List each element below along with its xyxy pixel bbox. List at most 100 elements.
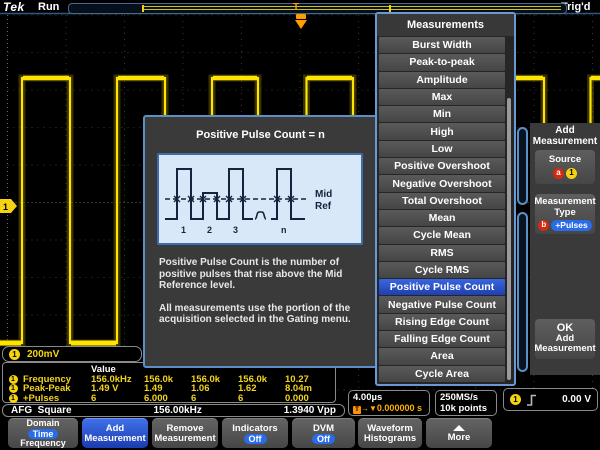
softkey-domain[interactable]: Domain Time Frequency [8, 418, 78, 448]
menu-item-cycle-rms[interactable]: Cycle RMS [379, 262, 505, 278]
dialog-title: Positive Pulse Count = n [145, 129, 376, 141]
menu-item-positive-pulse-count[interactable]: Positive Pulse Count [379, 279, 505, 295]
mid-ref-label: Ref [315, 201, 332, 212]
measurements-menu-list: Burst Width Peak-to-peak Amplitude Max M… [379, 37, 505, 382]
source-label: Source [549, 155, 581, 166]
menu-item-negative-pulse-count[interactable]: Negative Pulse Count [379, 296, 505, 312]
measurement-stat: 0.000 [285, 393, 335, 404]
add-measurement-panel: Add Measurement Source a 1 Measurement T… [517, 123, 600, 375]
menu-item-positive-overshoot[interactable]: Positive Overshoot [379, 158, 505, 174]
afg-label: AFG [11, 405, 32, 416]
measurement-table: Value 1 Frequency 156.0kHz 156.0k 156.0k… [2, 362, 336, 403]
dialog-body: Positive Pulse Count is the number of po… [159, 257, 366, 337]
channel-scale-badge: 1 200mV [2, 346, 142, 362]
menu-item-area[interactable]: Area [379, 348, 505, 364]
menu-item-cycle-area[interactable]: Cycle Area [379, 366, 505, 382]
pulse-label-2: 2 [207, 225, 212, 235]
domain-alt-label: Frequency [20, 439, 66, 449]
softkey-waveform-histograms[interactable]: Waveform Histograms [358, 418, 422, 448]
domain-label: Domain [26, 419, 59, 429]
afg-frequency: 156.00kHz [153, 405, 201, 416]
softkey-add-measurement[interactable]: Add Measurement [82, 418, 148, 448]
softkey-remove-measurement[interactable]: Remove Measurement [152, 418, 218, 448]
type-label: Type [554, 208, 575, 219]
menu-item-rising-edge-count[interactable]: Rising Edge Count [379, 314, 505, 330]
dialog-paragraph: All measurements use the portion of the … [159, 303, 366, 326]
menu-item-total-overshoot[interactable]: Total Overshoot [379, 193, 505, 209]
measurement-name: +Pulses [23, 393, 91, 404]
acquisition-readout: 250MS/s 10k points [435, 390, 497, 416]
softkey-more[interactable]: More [426, 418, 492, 448]
channel1-badge: 1 [9, 394, 18, 403]
measurement-stat: 6 [238, 393, 285, 404]
menu-item-max[interactable]: Max [379, 89, 505, 105]
trigger-t-icon: T [293, 2, 299, 13]
knob-a-badge: a [553, 168, 564, 179]
window-bracket-right [389, 5, 391, 12]
channel1-badge: 1 [566, 168, 577, 179]
menu-item-burst-width[interactable]: Burst Width [379, 37, 505, 53]
panel-bracket [517, 212, 528, 372]
measurement-stat: 6 [191, 393, 238, 404]
measurement-stat: 6.000 [144, 393, 191, 404]
trigger-arrow-icon: →▼ [361, 404, 377, 413]
oscilloscope-screen: 1 Tek Run Trig'd T 1 200mV Value 1 [0, 0, 600, 450]
channel1-scale: 200mV [27, 349, 59, 360]
add-measurement-label: Add Measurement [82, 424, 148, 444]
dialog-paragraph: Positive Pulse Count is the number of po… [159, 257, 366, 292]
measurement-type-button[interactable]: Measurement Type b +Pulses [535, 194, 595, 234]
dvm-label: DVM [313, 424, 334, 434]
channel1-badge: 1 [9, 349, 20, 360]
afg-status-bar: AFG Square 156.00kHz 1.3940 Vpp [2, 404, 345, 417]
dvm-value-pill: Off [312, 434, 335, 444]
menu-item-amplitude[interactable]: Amplitude [379, 72, 505, 88]
measurements-menu: Measurements Burst Width Peak-to-peak Am… [375, 12, 516, 386]
ok-sub-label: Measurement [534, 344, 595, 355]
menu-item-falling-edge-count[interactable]: Falling Edge Count [379, 331, 505, 347]
menu-item-low[interactable]: Low [379, 141, 505, 157]
menu-item-rms[interactable]: RMS [379, 245, 505, 261]
table-row: 1 +Pulses 6 6.000 6 6 0.000 [3, 393, 335, 403]
trigger-level: 0.00 V [562, 394, 591, 405]
rising-edge-icon [526, 394, 537, 406]
measurement-info-dialog: Positive Pulse Count = n 1 2 [143, 115, 378, 368]
menu-item-min[interactable]: Min [379, 106, 505, 122]
menu-item-cycle-mean[interactable]: Cycle Mean [379, 227, 505, 243]
menu-item-negative-overshoot[interactable]: Negative Overshoot [379, 175, 505, 191]
type-value-pill: +Pulses [551, 220, 591, 231]
more-label: More [448, 433, 471, 443]
tek-logo: Tek [3, 0, 25, 14]
remove-measurement-label: Remove Measurement [152, 424, 218, 444]
trigger-readout: 1 0.00 V [503, 388, 598, 411]
menu-item-high[interactable]: High [379, 123, 505, 139]
pulse-count-diagram: 1 2 3 n Mid Ref [157, 153, 363, 245]
trigger-time-value: 0.000000 s [377, 403, 422, 413]
trigger-source-badge: 1 [510, 394, 521, 405]
record-waveform-line [144, 9, 561, 10]
menu-item-peak-to-peak[interactable]: Peak-to-peak [379, 54, 505, 70]
window-bracket-left [142, 5, 144, 12]
ok-add-measurement-button[interactable]: OK Add Measurement [535, 319, 595, 359]
source-button[interactable]: Source a 1 [535, 150, 595, 184]
mid-ref-label: Mid [315, 189, 332, 200]
menu-item-mean[interactable]: Mean [379, 210, 505, 226]
acquisition-status: Run [38, 1, 59, 13]
record-length: 10k points [440, 403, 492, 414]
pulse-label-3: 3 [233, 225, 238, 235]
sample-rate: 250MS/s [440, 392, 492, 403]
table-row: 1 Peak-Peak 1.49 V 1.49 1.06 1.62 8.04m [3, 383, 335, 393]
panel-bracket [517, 127, 528, 205]
afg-amplitude: 1.3940 Vpp [284, 405, 336, 416]
waveform-histograms-label: Waveform Histograms [358, 424, 422, 444]
trigger-time-icon: T [353, 406, 361, 414]
timebase-value: 4.00µs [353, 392, 425, 403]
menu-scrollbar[interactable] [507, 98, 511, 380]
measurement-value: 6 [91, 393, 144, 404]
knob-b-badge: b [538, 220, 549, 231]
horizontal-readout: 4.00µs T→▼0.000000 s [348, 390, 430, 416]
channel1-badge: 1 [9, 375, 18, 384]
softkey-dvm[interactable]: DVM Off [292, 418, 355, 448]
softkey-indicators[interactable]: Indicators Off [222, 418, 288, 448]
panel-title: Add Measurement [530, 126, 600, 147]
record-waveform-line [144, 6, 561, 7]
